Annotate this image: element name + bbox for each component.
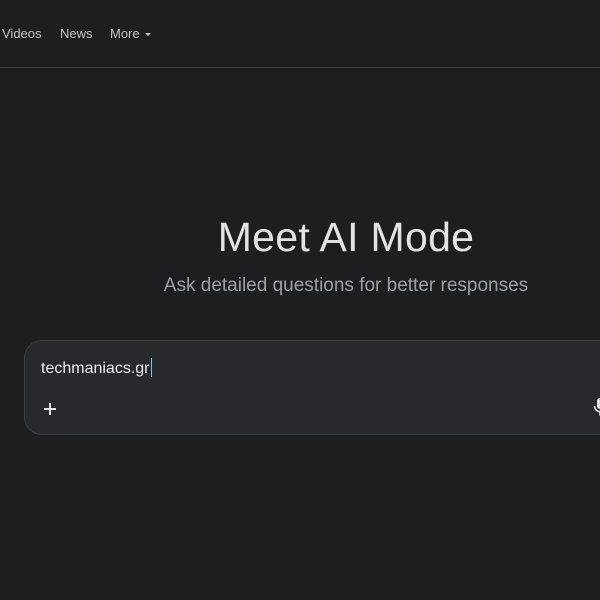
ai-mode-search-box[interactable]: techmaniacs.gr: [24, 340, 600, 435]
tab-more-label: More: [110, 26, 140, 41]
search-input-value: techmaniacs.gr: [41, 360, 150, 377]
plus-icon[interactable]: [39, 398, 61, 420]
ai-mode-page: Videos News More Meet AI Mode Ask detail…: [0, 0, 600, 600]
tab-news[interactable]: News: [60, 26, 93, 41]
tab-videos[interactable]: Videos: [2, 26, 42, 41]
page-title: Meet AI Mode: [217, 214, 475, 260]
chevron-down-icon: [144, 32, 151, 36]
microphone-icon[interactable]: [593, 397, 600, 417]
page-subtitle: Ask detailed questions for better respon…: [163, 275, 529, 296]
top-navigation: Videos News More: [0, 0, 600, 68]
tab-more[interactable]: More: [110, 26, 151, 41]
search-input[interactable]: techmaniacs.gr: [41, 358, 152, 378]
text-caret: [150, 358, 152, 377]
